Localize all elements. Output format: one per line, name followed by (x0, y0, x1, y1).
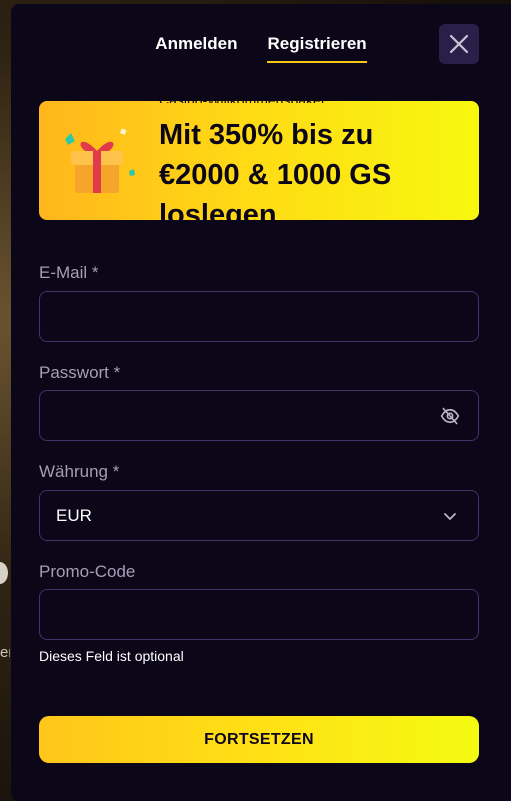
banner-headline: Mit 350% bis zu €2000 & 1000 GS loslegen (159, 119, 392, 231)
register-modal: Anmelden Registrieren Casino-Willkommens… (11, 4, 511, 801)
currency-value: EUR (56, 505, 92, 525)
close-button[interactable] (439, 24, 479, 64)
chevron-down-icon (438, 504, 462, 528)
email-label: E-Mail * (39, 263, 99, 282)
banner-eyebrow: Casino-Willkommenspaket (159, 92, 325, 103)
password-field-box (39, 390, 479, 441)
promo-label: Promo-Code (39, 562, 136, 581)
auth-tabs: Anmelden Registrieren (11, 34, 511, 63)
gift-icon (65, 128, 135, 193)
welcome-bonus-banner: Casino-Willkommenspaket Mit 350% bis zu … (39, 92, 479, 231)
password-field[interactable] (56, 406, 438, 425)
email-field[interactable] (56, 307, 462, 326)
eye-off-icon (440, 407, 460, 424)
promo-hint: Dieses Feld ist optional (39, 648, 184, 664)
tab-login[interactable]: Anmelden (155, 34, 237, 63)
continue-button[interactable]: FORTSETZEN (39, 716, 479, 763)
tab-register[interactable]: Registrieren (267, 34, 367, 63)
toggle-visibility-button[interactable] (438, 404, 462, 428)
background-text-fragment: er (0, 644, 10, 661)
currency-label: Währung * (39, 462, 120, 481)
password-label: Passwort * (39, 363, 121, 382)
promo-field-box (39, 589, 479, 640)
promo-code-field[interactable] (56, 605, 462, 624)
background-dot (0, 562, 8, 584)
email-field-box (39, 291, 479, 342)
close-icon (449, 34, 469, 54)
currency-select[interactable]: EUR (39, 490, 479, 541)
